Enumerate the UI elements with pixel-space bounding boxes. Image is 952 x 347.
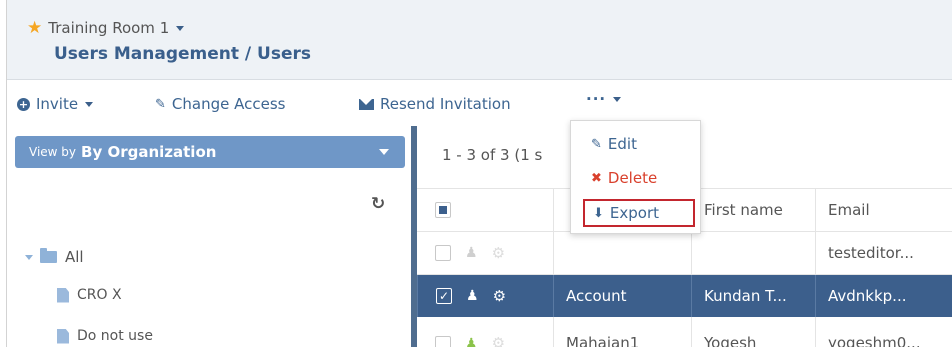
- workspace-name: Training Room 1: [48, 19, 170, 37]
- workspace-selector[interactable]: ★ Training Room 1: [27, 18, 185, 38]
- first-name-cell: Kundan T...: [691, 275, 815, 317]
- tree-item-label: Do not use: [77, 328, 153, 344]
- row-checkbox[interactable]: [435, 336, 451, 347]
- select-all-checkbox[interactable]: [435, 202, 451, 218]
- page-header: ★ Training Room 1 Users Management / Use…: [7, 0, 952, 80]
- folder-open-icon: [40, 248, 57, 263]
- select-all-cell: [417, 189, 553, 231]
- first-name-cell: Yogesh: [691, 317, 815, 347]
- gear-icon[interactable]: ⚙: [492, 334, 505, 347]
- menu-item-edit[interactable]: ✎ Edit: [591, 135, 637, 153]
- chevron-down-icon: [613, 96, 622, 102]
- resend-invitation-button[interactable]: Resend Invitation: [359, 95, 511, 113]
- tree-node-label: All: [65, 248, 84, 266]
- document-icon: [57, 287, 69, 303]
- row-select-cell: ✓ ♟ ⚙: [417, 275, 553, 317]
- more-icon: ···: [586, 90, 607, 108]
- tree-item-do-not-use[interactable]: Do not use: [57, 328, 153, 344]
- menu-item-export[interactable]: ⬇ Export: [583, 199, 695, 227]
- column-header-email[interactable]: Email: [815, 189, 952, 231]
- plus-circle-icon: +: [17, 97, 30, 111]
- chevron-down-icon: [176, 25, 185, 31]
- last-name-cell: [553, 232, 691, 274]
- star-icon[interactable]: ★: [27, 18, 42, 38]
- expand-arrow-icon[interactable]: [25, 254, 33, 260]
- chevron-down-icon: [379, 149, 389, 155]
- row-checkbox[interactable]: [435, 245, 451, 261]
- pencil-icon: ✎: [155, 96, 166, 112]
- close-icon: ✖: [591, 170, 602, 186]
- menu-item-label: Edit: [607, 135, 637, 153]
- last-name-cell: Mahajan1: [553, 317, 691, 347]
- change-access-button[interactable]: ✎ Change Access: [155, 95, 285, 113]
- envelope-icon: [359, 98, 374, 110]
- invite-label: Invite: [36, 95, 79, 113]
- table-row[interactable]: ♟ ⚙ testeditor...: [417, 232, 952, 275]
- tree-item-label: CRO X: [77, 287, 122, 303]
- last-name-cell: Account: [553, 275, 691, 317]
- row-select-cell: ♟ ⚙: [417, 317, 553, 347]
- left-panel: View by By Organization ↻ All CRO X Do n…: [7, 126, 411, 347]
- change-access-label: Change Access: [171, 95, 286, 113]
- gear-icon[interactable]: ⚙: [493, 287, 506, 305]
- email-cell: yogeshm0...: [815, 317, 952, 347]
- email-cell: Avdnkkp...: [815, 275, 952, 317]
- tree-item-cro-x[interactable]: CRO X: [57, 287, 122, 303]
- email-cell: testeditor...: [815, 232, 952, 274]
- more-actions-button[interactable]: ···: [586, 90, 622, 108]
- column-header-first-name[interactable]: First name: [691, 189, 815, 231]
- user-icon: ♟: [466, 288, 479, 304]
- view-by-dropdown[interactable]: View by By Organization: [15, 136, 405, 168]
- chevron-down-icon: [85, 101, 94, 107]
- user-icon: ♟: [465, 245, 478, 261]
- gear-icon[interactable]: ⚙: [492, 244, 505, 262]
- tree-node-all[interactable]: All: [25, 248, 84, 266]
- view-by-value: By Organization: [81, 143, 217, 161]
- invite-button[interactable]: + Invite: [17, 95, 94, 113]
- page-title: Users Management / Users: [54, 44, 312, 64]
- user-icon: ♟: [465, 336, 478, 347]
- table-row[interactable]: ♟ ⚙ Mahajan1 Yogesh yogeshm0...: [417, 317, 952, 347]
- menu-item-delete[interactable]: ✖ Delete: [591, 169, 657, 187]
- toolbar: + Invite ✎ Change Access Resend Invitati…: [7, 80, 952, 126]
- view-by-label: View by: [29, 145, 77, 159]
- menu-item-label: Export: [609, 204, 660, 222]
- more-actions-menu: ✎ Edit ✖ Delete ⬇ Export: [570, 120, 701, 234]
- pencil-icon: ✎: [591, 136, 602, 152]
- arrow-down-icon: ⬇: [593, 205, 604, 221]
- row-select-cell: ♟ ⚙: [417, 232, 553, 274]
- resend-invitation-label: Resend Invitation: [380, 95, 511, 113]
- app-window: ★ Training Room 1 Users Management / Use…: [6, 0, 952, 347]
- document-icon: [57, 328, 69, 344]
- refresh-icon[interactable]: ↻: [371, 194, 385, 214]
- row-checkbox-checked[interactable]: ✓: [436, 288, 452, 304]
- menu-item-label: Delete: [607, 169, 658, 187]
- first-name-cell: [691, 232, 815, 274]
- record-count: 1 - 3 of 3 (1 s: [442, 146, 543, 164]
- table-row-selected[interactable]: ✓ ♟ ⚙ Account Kundan T... Avdnkkp...: [417, 275, 952, 317]
